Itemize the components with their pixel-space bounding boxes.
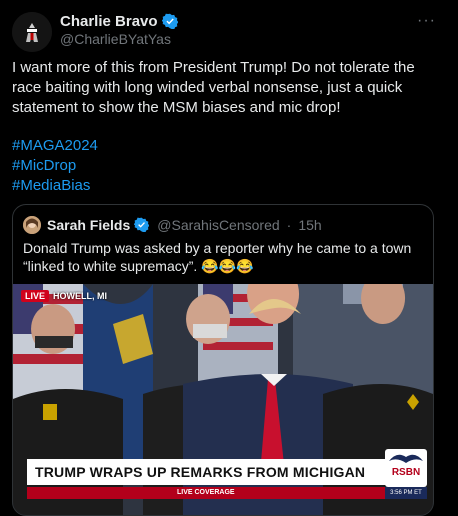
quoted-video[interactable]: LIVE HOWELL, MI TRUMP WRAPS UP REMARKS F… bbox=[13, 284, 433, 515]
quoted-tweet[interactable]: Sarah Fields @SarahisCensored · 15h Dona… bbox=[12, 204, 434, 516]
hashtag-link[interactable]: #MediaBias bbox=[12, 176, 98, 196]
hashtag-link[interactable]: #MicDrop bbox=[12, 156, 98, 176]
quoted-separator: · bbox=[286, 217, 292, 233]
live-location: HOWELL, MI bbox=[53, 290, 108, 301]
live-label: LIVE bbox=[21, 289, 50, 302]
verified-badge-icon bbox=[161, 13, 178, 30]
more-options-icon[interactable]: ··· bbox=[417, 12, 436, 30]
author-avatar[interactable] bbox=[12, 12, 52, 52]
hashtag-link[interactable]: #MAGA2024 bbox=[12, 136, 98, 156]
news-headline: TRUMP WRAPS UP REMARKS FROM MICHIGAN bbox=[35, 464, 366, 480]
hashtag-list: #MAGA2024 #MicDrop #MediaBias bbox=[12, 136, 98, 196]
author-handle[interactable]: @CharlieBYatYas bbox=[60, 31, 171, 47]
eagle-icon bbox=[389, 454, 423, 463]
quoted-time[interactable]: 15h bbox=[298, 217, 321, 233]
author-name-row: Charlie Bravo bbox=[60, 12, 178, 30]
news-lower-third: TRUMP WRAPS UP REMARKS FROM MICHIGAN bbox=[27, 459, 387, 485]
quoted-name-row: Sarah Fields @SarahisCensored · 15h bbox=[47, 217, 322, 233]
broadcast-time: 3:56 PM ET bbox=[385, 487, 427, 499]
verified-badge-icon bbox=[133, 217, 150, 233]
news-ticker: LIVE COVERAGE bbox=[27, 487, 387, 499]
live-badge: LIVE HOWELL, MI bbox=[21, 289, 107, 302]
tweet-text: I want more of this from President Trump… bbox=[12, 59, 415, 116]
author-display-name[interactable]: Charlie Bravo bbox=[60, 13, 158, 30]
quoted-display-name[interactable]: Sarah Fields bbox=[47, 217, 130, 233]
ticker-text: LIVE COVERAGE bbox=[177, 489, 235, 496]
quoted-author-avatar[interactable] bbox=[23, 216, 41, 234]
tweet: Charlie Bravo @CharlieBYatYas ··· I want… bbox=[0, 0, 458, 516]
network-name: RSBN bbox=[391, 467, 421, 478]
quoted-text: Donald Trump was asked by a reporter why… bbox=[23, 240, 412, 274]
quoted-handle[interactable]: @SarahisCensored bbox=[157, 217, 279, 233]
